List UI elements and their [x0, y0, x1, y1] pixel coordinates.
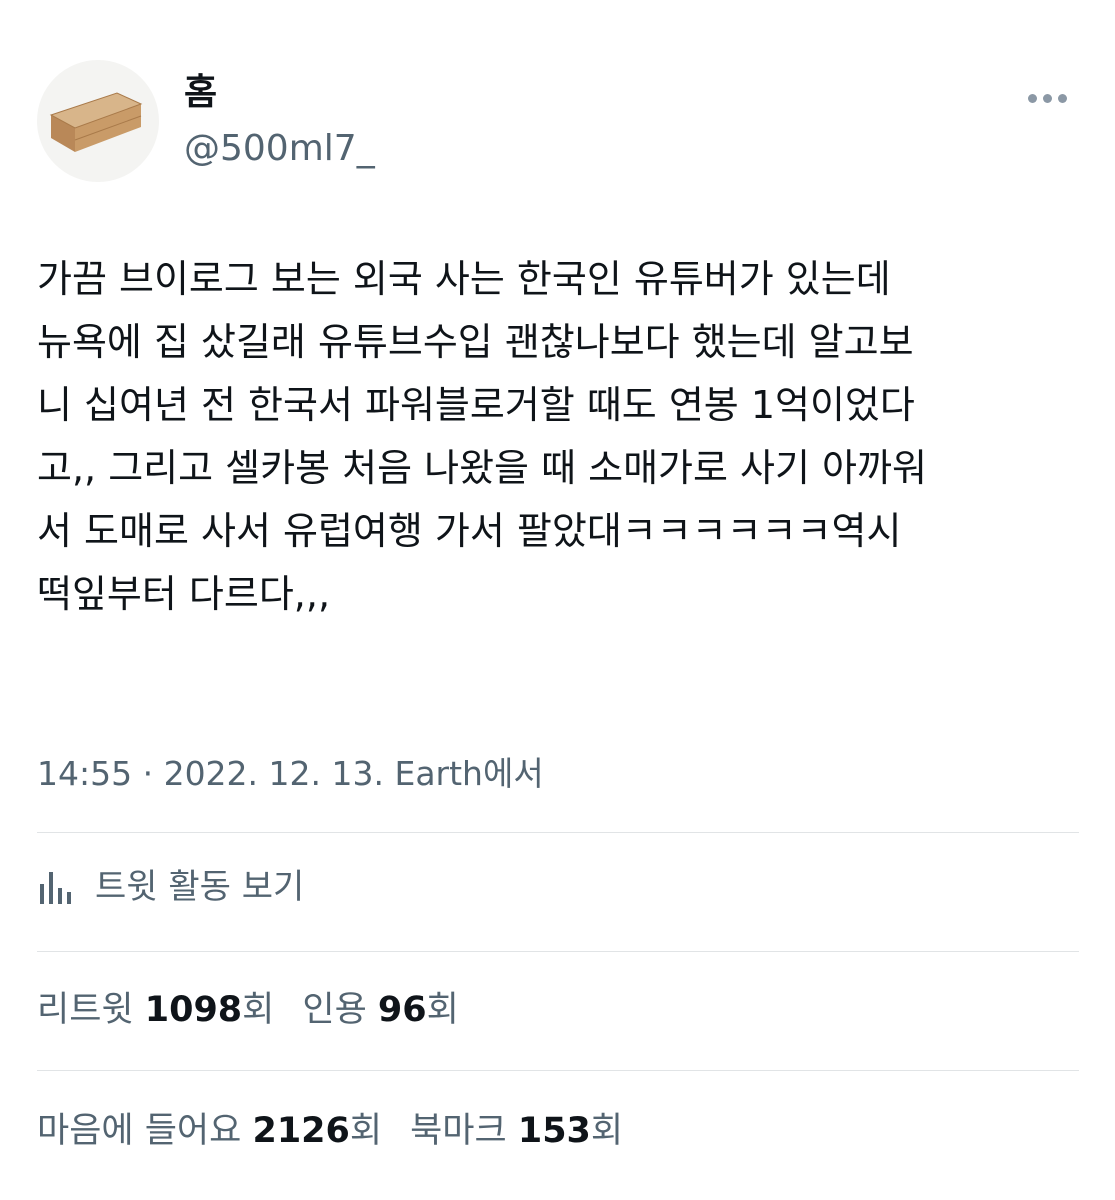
author-name[interactable]: 홈 — [184, 70, 217, 116]
retweets-stat[interactable]: 리트윗 1098회 — [37, 990, 274, 1030]
tweet-timestamp[interactable]: 14:55 · 2022. 12. 13. Earth에서 — [37, 752, 544, 796]
quotes-stat[interactable]: 인용 96회 — [302, 990, 458, 1030]
retweet-quote-stats: 리트윗 1098회 인용 96회 — [37, 985, 459, 1035]
dot — [1058, 93, 1067, 103]
author-handle[interactable]: @500ml7_ — [184, 126, 375, 172]
view-tweet-activity-label: 트윗 활동 보기 — [95, 867, 305, 907]
tweet-text: 가끔 브이로그 보는 외국 사는 한국인 유튜버가 있는데 뉴욕에 집 샀길래 … — [37, 257, 927, 616]
avatar[interactable] — [37, 60, 159, 182]
divider — [37, 1070, 1079, 1071]
retweets-count: 1098 — [144, 990, 243, 1030]
likes-stat[interactable]: 마음에 들어요 2126회 — [37, 1111, 382, 1151]
quotes-count: 96 — [377, 990, 427, 1030]
coffin-avatar-image — [49, 92, 143, 152]
divider — [37, 832, 1079, 833]
like-bookmark-stats: 마음에 들어요 2126회 북마크 153회 — [37, 1106, 623, 1156]
dot — [1028, 93, 1037, 103]
dot — [1043, 93, 1052, 103]
analytics-icon — [40, 872, 71, 904]
bookmarks-stat[interactable]: 북마크 153회 — [410, 1111, 623, 1151]
likes-count: 2126 — [252, 1111, 350, 1151]
more-options-icon[interactable] — [1028, 88, 1076, 108]
bookmarks-count: 153 — [517, 1111, 591, 1151]
divider — [37, 951, 1079, 952]
view-tweet-activity[interactable]: 트윗 활동 보기 — [37, 862, 304, 912]
